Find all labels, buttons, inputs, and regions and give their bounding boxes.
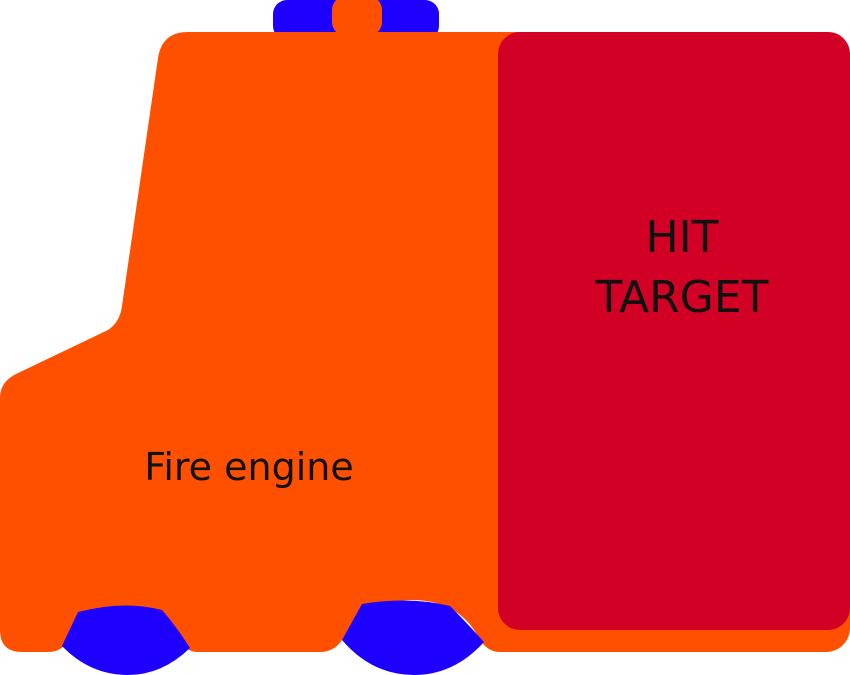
hit-target-label-line1: HIT	[646, 212, 719, 263]
fire-engine-illustration: Fire engine HIT TARGET	[0, 0, 850, 675]
hit-target-label-line2: TARGET	[595, 272, 769, 323]
hit-target-panel[interactable]	[498, 32, 850, 630]
fire-engine-label: Fire engine	[144, 445, 354, 489]
siren-center-light	[332, 0, 382, 36]
fire-engine-body[interactable]	[0, 32, 520, 652]
